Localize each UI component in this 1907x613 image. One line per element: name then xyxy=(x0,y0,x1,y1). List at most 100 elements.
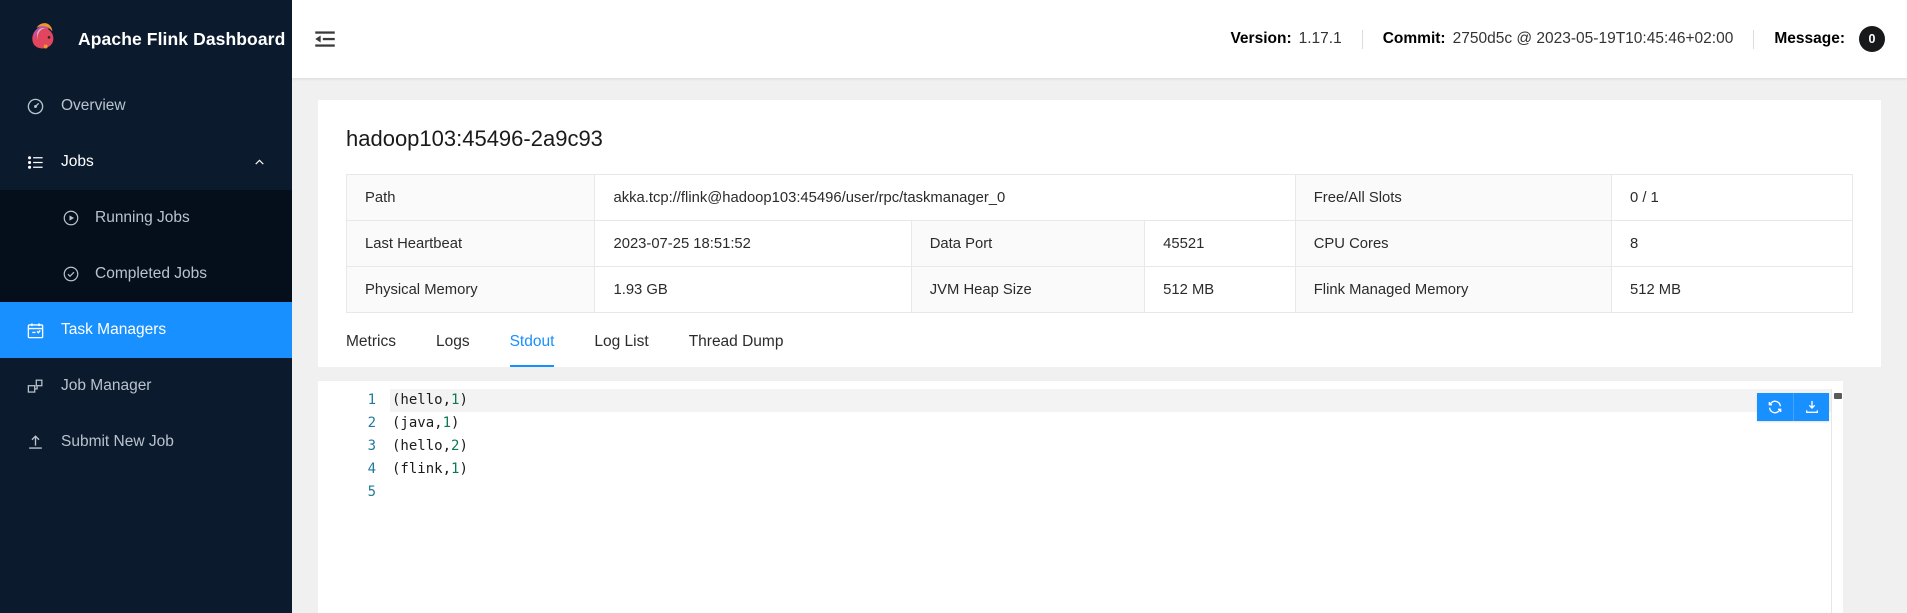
log-text: ) xyxy=(459,392,467,408)
cell-dataport-value: 45521 xyxy=(1145,221,1296,267)
dashboard-icon xyxy=(26,97,45,116)
line-number: 2 xyxy=(318,412,376,435)
sidebar-item-jobs[interactable]: Jobs xyxy=(0,134,292,190)
sidebar-item-overview[interactable]: Overview xyxy=(0,78,292,134)
tab-bar: Metrics Logs Stdout Log List Thread Dump xyxy=(346,315,1853,367)
tab-logs[interactable]: Logs xyxy=(436,315,470,367)
commit-label: Commit: xyxy=(1383,30,1446,48)
version-value: 1.17.1 xyxy=(1299,30,1342,48)
stdout-log-panel: 1 2 3 4 5 (hello,1) (java,1) (hello,2) (… xyxy=(318,381,1881,613)
table-row: Physical Memory 1.93 GB JVM Heap Size 51… xyxy=(347,267,1853,313)
log-line: (hello,1) xyxy=(390,389,1831,412)
log-line: (flink,1) xyxy=(390,458,1831,481)
tab-thread-dump[interactable]: Thread Dump xyxy=(689,315,784,367)
list-icon xyxy=(26,153,45,172)
cell-dataport-label: Data Port xyxy=(911,221,1144,267)
download-icon xyxy=(1804,399,1820,415)
sidebar-item-task-managers[interactable]: Task Managers xyxy=(0,302,292,358)
taskmanager-info-table: Path akka.tcp://flink@hadoop103:45496/us… xyxy=(346,174,1853,313)
calendar-check-icon xyxy=(26,321,45,340)
log-text: (hello, xyxy=(392,392,451,408)
brand: Apache Flink Dashboard xyxy=(0,0,292,78)
brand-title: Apache Flink Dashboard xyxy=(78,29,285,50)
log-scrollbar[interactable] xyxy=(1831,389,1843,613)
divider xyxy=(1753,30,1754,49)
menu-fold-icon[interactable] xyxy=(312,26,338,52)
sidebar-item-label: Submit New Job xyxy=(61,433,174,451)
line-number: 5 xyxy=(318,481,376,504)
log-number: 1 xyxy=(443,415,451,431)
cell-slots-value: 0 / 1 xyxy=(1612,175,1853,221)
sidebar-item-job-manager[interactable]: Job Manager xyxy=(0,358,292,414)
log-editor[interactable]: 1 2 3 4 5 (hello,1) (java,1) (hello,2) (… xyxy=(318,381,1843,613)
topbar-meta: Version: 1.17.1 Commit: 2750d5c @ 2023-0… xyxy=(1230,26,1885,52)
cell-managedmem-value: 512 MB xyxy=(1612,267,1853,313)
line-number: 3 xyxy=(318,435,376,458)
refresh-button[interactable] xyxy=(1757,393,1793,421)
line-number-gutter: 1 2 3 4 5 xyxy=(318,389,390,613)
flink-squirrel-logo xyxy=(24,19,64,59)
download-button[interactable] xyxy=(1793,393,1829,421)
log-line: (hello,2) xyxy=(390,435,1831,458)
message-label: Message: xyxy=(1774,30,1845,48)
log-text: ) xyxy=(459,461,467,477)
blocks-icon xyxy=(26,377,45,396)
content: hadoop103:45496-2a9c93 Path akka.tcp://f… xyxy=(292,78,1907,613)
cell-managedmem-label: Flink Managed Memory xyxy=(1295,267,1611,313)
log-text: (hello, xyxy=(392,438,451,454)
log-scrollbar-thumb[interactable] xyxy=(1834,393,1842,399)
check-circle-icon xyxy=(62,265,80,283)
sidebar-item-label: Jobs xyxy=(61,153,94,171)
version-label: Version: xyxy=(1230,30,1291,48)
log-action-buttons xyxy=(1757,393,1829,421)
sidebar-nav: Overview Jobs Running Jobs xyxy=(0,78,292,470)
sidebar-item-label: Task Managers xyxy=(61,321,166,339)
chevron-up-icon xyxy=(253,156,266,169)
table-row: Path akka.tcp://flink@hadoop103:45496/us… xyxy=(347,175,1853,221)
log-text: (java, xyxy=(392,415,443,431)
sidebar-jobs-submenu: Running Jobs Completed Jobs xyxy=(0,190,292,302)
sidebar-subitem-label: Running Jobs xyxy=(95,209,190,227)
sidebar-item-label: Job Manager xyxy=(61,377,151,395)
upload-icon xyxy=(26,433,45,452)
page-title: hadoop103:45496-2a9c93 xyxy=(346,126,1853,152)
cell-heartbeat-label: Last Heartbeat xyxy=(347,221,595,267)
cell-path-label: Path xyxy=(347,175,595,221)
table-row: Last Heartbeat 2023-07-25 18:51:52 Data … xyxy=(347,221,1853,267)
tab-metrics[interactable]: Metrics xyxy=(346,315,396,367)
taskmanager-card: hadoop103:45496-2a9c93 Path akka.tcp://f… xyxy=(318,100,1881,367)
sidebar-item-completed-jobs[interactable]: Completed Jobs xyxy=(0,246,292,302)
line-number: 4 xyxy=(318,458,376,481)
sidebar-item-submit-new-job[interactable]: Submit New Job xyxy=(0,414,292,470)
divider xyxy=(1362,30,1363,49)
app-root: Apache Flink Dashboard Overview Jobs xyxy=(0,0,1907,613)
line-number: 1 xyxy=(318,389,376,412)
topbar: Version: 1.17.1 Commit: 2750d5c @ 2023-0… xyxy=(292,0,1907,78)
cell-physmem-value: 1.93 GB xyxy=(595,267,911,313)
commit-value: 2750d5c @ 2023-05-19T10:45:46+02:00 xyxy=(1453,30,1734,48)
cell-slots-label: Free/All Slots xyxy=(1295,175,1611,221)
sidebar-item-running-jobs[interactable]: Running Jobs xyxy=(0,190,292,246)
message-count-badge[interactable]: 0 xyxy=(1859,26,1885,52)
sidebar-subitem-label: Completed Jobs xyxy=(95,265,207,283)
tab-log-list[interactable]: Log List xyxy=(594,315,648,367)
cell-heartbeat-value: 2023-07-25 18:51:52 xyxy=(595,221,911,267)
log-right-gap xyxy=(1843,381,1881,613)
cell-cpucores-value: 8 xyxy=(1612,221,1853,267)
cell-jvmheap-value: 512 MB xyxy=(1145,267,1296,313)
cell-path-value: akka.tcp://flink@hadoop103:45496/user/rp… xyxy=(595,175,1295,221)
tab-stdout[interactable]: Stdout xyxy=(510,315,555,367)
sidebar: Apache Flink Dashboard Overview Jobs xyxy=(0,0,292,613)
cell-physmem-label: Physical Memory xyxy=(347,267,595,313)
log-text: ) xyxy=(459,438,467,454)
log-line: (java,1) xyxy=(390,412,1831,435)
sidebar-item-label: Overview xyxy=(61,97,126,115)
log-text: ) xyxy=(451,415,459,431)
cell-cpucores-label: CPU Cores xyxy=(1295,221,1611,267)
cell-jvmheap-label: JVM Heap Size xyxy=(911,267,1144,313)
log-content: (hello,1) (java,1) (hello,2) (flink,1) xyxy=(390,389,1831,613)
refresh-icon xyxy=(1767,399,1783,415)
log-text: (flink, xyxy=(392,461,451,477)
play-circle-icon xyxy=(62,209,80,227)
main-area: Version: 1.17.1 Commit: 2750d5c @ 2023-0… xyxy=(292,0,1907,613)
